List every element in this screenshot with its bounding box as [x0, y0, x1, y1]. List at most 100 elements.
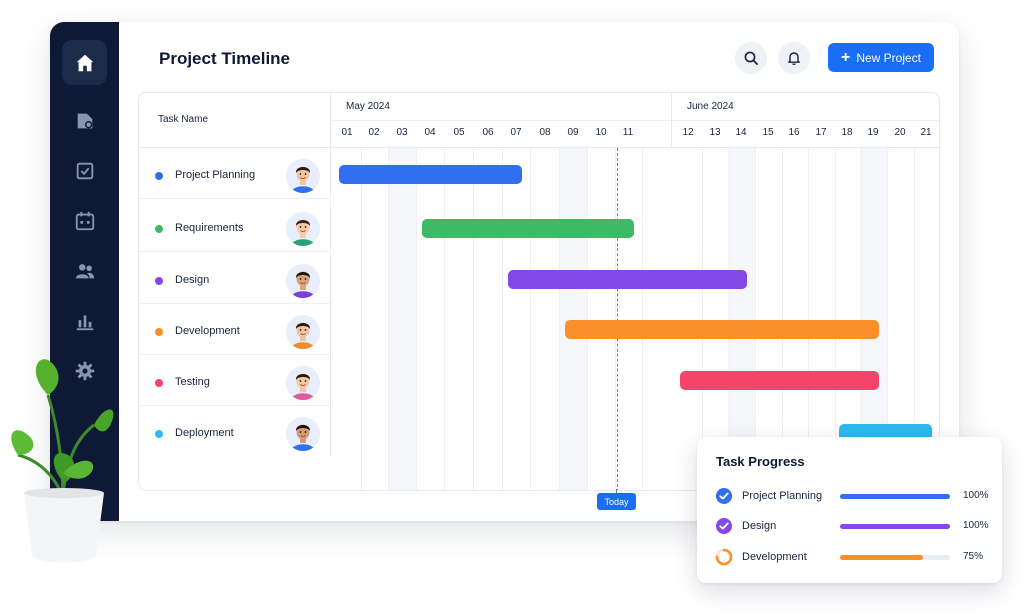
- check-circle-icon: [716, 518, 732, 534]
- task-row[interactable]: Deployment: [139, 406, 331, 457]
- day-gridline: [558, 148, 560, 490]
- weekend-column: [388, 148, 416, 490]
- month-separator: [671, 93, 672, 148]
- day-gridline: [443, 148, 445, 490]
- month-label-may: May 2024: [346, 101, 390, 112]
- progress-ring-icon: [715, 548, 733, 566]
- task-bar[interactable]: [422, 218, 634, 238]
- progress-label: Development: [742, 551, 807, 563]
- task-name-header: Task Name: [139, 93, 331, 148]
- plus-icon: +: [840, 48, 851, 66]
- month-label-june: June 2024: [687, 101, 734, 112]
- task-progress-card: Task Progress Project Planning 100% Design…: [697, 437, 1002, 583]
- sidebar-item-projects[interactable]: [62, 98, 107, 143]
- page-title: Project Timeline: [159, 49, 291, 68]
- today-badge: Today: [597, 493, 636, 510]
- assignee-avatar: [286, 417, 320, 451]
- task-color-dot: [155, 277, 163, 285]
- day-label: 01: [341, 127, 353, 138]
- day-label: 05: [453, 127, 465, 138]
- task-row[interactable]: Testing: [139, 355, 331, 406]
- day-label: 19: [867, 127, 879, 138]
- task-color-dot: [155, 225, 163, 233]
- day-label: 20: [894, 127, 906, 138]
- day-label: 02: [368, 127, 380, 138]
- folder-icon: [77, 113, 92, 128]
- task-bar[interactable]: [339, 164, 522, 184]
- assignee-avatar: [286, 366, 320, 400]
- task-progress-title: Task Progress: [716, 454, 805, 469]
- task-name: Development: [175, 325, 240, 337]
- assignee-avatar: [286, 212, 320, 246]
- progress-track: [840, 494, 950, 499]
- task-row[interactable]: Project Planning: [139, 148, 331, 199]
- progress-fill: [840, 555, 923, 560]
- day-label: 04: [424, 127, 436, 138]
- progress-percent: 100%: [963, 520, 989, 531]
- users-icon: [75, 263, 94, 278]
- new-project-button[interactable]: + New Project: [828, 43, 934, 72]
- task-name: Testing: [175, 376, 210, 388]
- task-name: Deployment: [175, 427, 234, 439]
- day-label: 21: [920, 127, 932, 138]
- new-project-label: New Project: [856, 50, 922, 65]
- day-label: 12: [682, 127, 694, 138]
- day-gridline: [415, 148, 417, 490]
- assignee-avatar: [286, 315, 320, 349]
- task-name: Requirements: [175, 222, 244, 234]
- day-label: 07: [510, 127, 522, 138]
- sidebar-item-calendar[interactable]: [62, 198, 107, 243]
- sidebar-item-tasks[interactable]: [62, 148, 107, 193]
- day-label: 13: [709, 127, 721, 138]
- task-color-dot: [155, 328, 163, 336]
- assignee-avatar: [286, 264, 320, 298]
- progress-row: Project Planning 100%: [715, 486, 990, 506]
- day-label: 17: [815, 127, 827, 138]
- search-button[interactable]: [735, 42, 767, 74]
- task-bar[interactable]: [508, 269, 747, 289]
- day-label: 10: [595, 127, 607, 138]
- day-label: 08: [539, 127, 551, 138]
- day-label: 14: [735, 127, 747, 138]
- sidebar-item-team[interactable]: [62, 248, 107, 293]
- task-bar[interactable]: [565, 319, 879, 339]
- day-gridline: [472, 148, 474, 490]
- progress-fill: [840, 524, 950, 529]
- day-label: 06: [482, 127, 494, 138]
- day-label: 11: [622, 127, 634, 138]
- task-bar[interactable]: [680, 370, 879, 390]
- header-bottom-divider: [331, 147, 939, 148]
- day-label: 03: [396, 127, 408, 138]
- task-row[interactable]: Design: [139, 253, 331, 304]
- checklist-icon: [76, 162, 93, 179]
- task-color-dot: [155, 379, 163, 387]
- progress-label: Design: [742, 520, 777, 532]
- sidebar-item-reports[interactable]: [62, 298, 107, 343]
- day-label: 16: [788, 127, 800, 138]
- progress-fill: [840, 494, 950, 499]
- task-row[interactable]: Development: [139, 304, 331, 355]
- stage: Project Timeline + New Project Task Name…: [0, 0, 1024, 615]
- calendar-icon: [75, 211, 94, 230]
- task-name-header-label: Task Name: [158, 114, 209, 125]
- day-label: 09: [567, 127, 579, 138]
- plant-illustration: [11, 359, 114, 563]
- header-divider: [331, 120, 939, 121]
- bar-chart-icon: [76, 315, 93, 330]
- search-icon: [744, 51, 758, 65]
- bell-icon: [788, 52, 800, 65]
- task-color-dot: [155, 172, 163, 180]
- progress-row: Development 75%: [715, 547, 990, 567]
- progress-percent: 75%: [963, 551, 984, 562]
- notifications-button[interactable]: [778, 42, 810, 74]
- day-label: 18: [841, 127, 853, 138]
- assignee-avatar: [286, 159, 320, 193]
- task-row[interactable]: Requirements: [139, 201, 331, 252]
- sidebar-item-home[interactable]: [62, 40, 107, 85]
- day-gridline: [387, 148, 389, 490]
- day-gridline: [360, 148, 362, 490]
- progress-row: Design 100%: [715, 516, 990, 536]
- progress-track: [840, 524, 950, 529]
- task-color-dot: [155, 430, 163, 438]
- check-circle-icon: [716, 488, 732, 504]
